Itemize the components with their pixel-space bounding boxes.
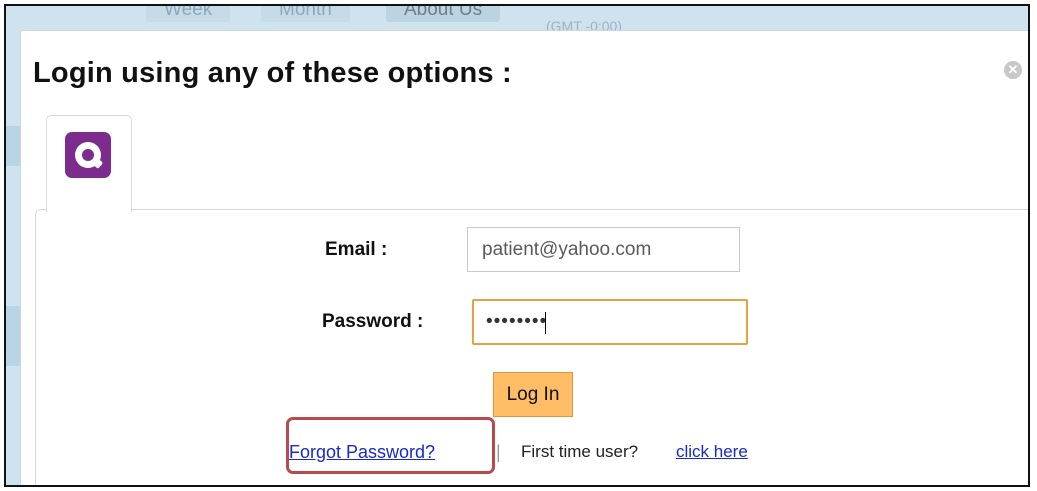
email-field[interactable]	[467, 227, 740, 272]
background-nav: Week Month About Us (GMT -0:00)	[6, 6, 1028, 34]
bg-decoration	[6, 126, 20, 166]
tab-aol-provider[interactable]	[46, 115, 132, 212]
text-caret	[545, 312, 546, 334]
link-separator: |	[496, 442, 501, 462]
first-time-user-text: First time user?	[521, 442, 639, 461]
bg-decoration	[6, 306, 20, 366]
login-links: Forgot Password? | First time user? clic…	[36, 438, 1028, 478]
aol-logo-icon	[65, 132, 111, 178]
click-here-link[interactable]: click here	[676, 442, 748, 462]
password-field[interactable]	[472, 299, 748, 345]
forgot-password-link[interactable]: Forgot Password?	[289, 442, 435, 463]
screenshot-frame: Week Month About Us (GMT -0:00) Login us…	[4, 4, 1030, 487]
password-label: Password :	[322, 311, 424, 332]
close-icon[interactable]: ✕	[1004, 61, 1022, 79]
login-modal: Login using any of these options : ✕ Ema…	[20, 30, 1028, 485]
bg-tab-month[interactable]: Month	[261, 6, 350, 22]
bg-tab-about-us[interactable]: About Us	[386, 6, 501, 22]
modal-title: Login using any of these options :	[33, 57, 512, 89]
login-button[interactable]: Log In	[493, 372, 573, 417]
email-label: Email :	[325, 239, 388, 260]
login-form-panel: Email : Password : Log In Forgot Passwor…	[35, 209, 1028, 485]
bg-tab-week[interactable]: Week	[146, 6, 231, 22]
